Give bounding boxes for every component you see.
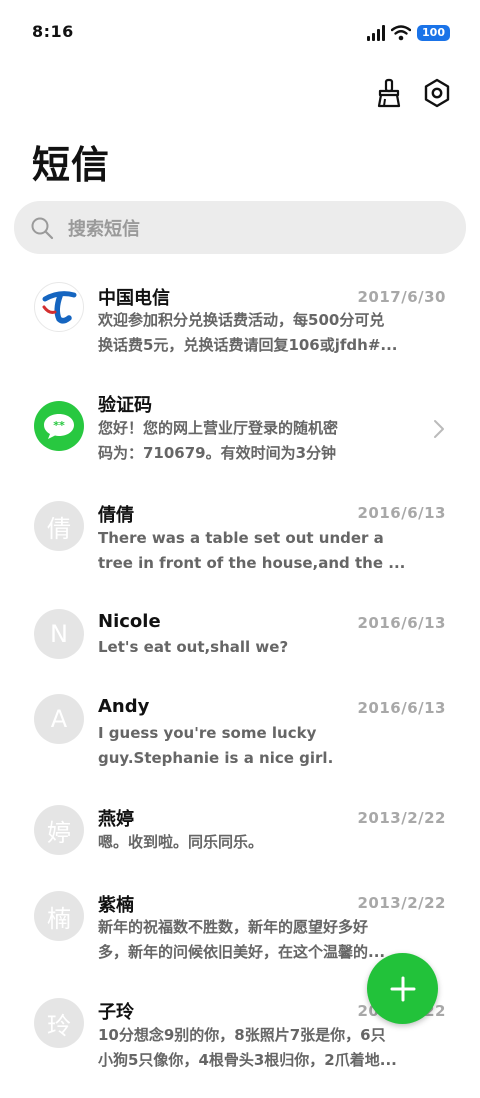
plus-icon xyxy=(390,976,415,1001)
new-message-button[interactable] xyxy=(367,953,438,1024)
signal-icon xyxy=(367,25,386,41)
sender-name: 紫楠 xyxy=(98,895,134,916)
message-preview: There was a table set out under a tree i… xyxy=(98,526,448,576)
sender-name: Andy xyxy=(98,696,150,717)
top-actions xyxy=(374,76,452,110)
preview-line-1: 您好！您的网上营业厅登录的随机密 xyxy=(98,419,339,437)
battery-indicator: 100 xyxy=(417,25,450,41)
wifi-icon xyxy=(391,25,412,41)
message-preview: 欢迎参加积分兑换话费活动，每500分可兑 换话费5元，兑换话费请回复106或jf… xyxy=(98,308,448,358)
message-date: 2017/6/30 xyxy=(357,288,446,306)
preview-line-1: 嗯。收到啦。同乐同乐。 xyxy=(98,833,264,851)
contact-avatar: 倩 xyxy=(34,501,84,551)
preview-line-2: tree in front of the house,and the ... xyxy=(98,554,406,572)
message-row-china-telecom[interactable]: 中国电信 2017/6/30 欢迎参加积分兑换话费活动，每500分可兑 换话费5… xyxy=(0,270,480,370)
message-row-qianqian[interactable]: 倩 倩倩 2016/6/13 There was a table set out… xyxy=(0,501,480,601)
chevron-right-icon[interactable] xyxy=(432,419,446,439)
settings-icon[interactable] xyxy=(422,76,452,110)
sender-name: 中国电信 xyxy=(98,288,170,309)
contact-avatar: N xyxy=(34,609,84,659)
preview-line-1: 10分想念9别的你，8张照片7张是你，6只 xyxy=(98,1026,386,1044)
preview-line-1: 新年的祝福数不胜数，新年的愿望好多好 xyxy=(98,918,369,936)
message-preview: 嗯。收到啦。同乐同乐。 xyxy=(98,830,448,855)
search-icon xyxy=(30,215,56,241)
preview-line-1: Let's eat out,shall we? xyxy=(98,638,289,656)
message-date: 2013/2/22 xyxy=(357,809,446,827)
page-title: 短信 xyxy=(32,143,111,187)
message-preview: 您好！您的网上营业厅登录的随机密 码为：710679。有效时间为3分钟 xyxy=(98,416,398,466)
contact-avatar: 玲 xyxy=(34,998,84,1048)
chat-avatar-text: ** xyxy=(53,419,65,432)
preview-line-2: guy.Stephanie is a nice girl. xyxy=(98,749,334,767)
chat-bubble-avatar: ** xyxy=(34,401,84,451)
message-date: 2016/6/13 xyxy=(357,504,446,522)
status-time: 8:16 xyxy=(32,22,74,41)
search-bar[interactable]: 搜索短信 xyxy=(14,201,466,254)
broom-icon[interactable] xyxy=(374,76,404,110)
status-icons: 100 xyxy=(367,22,450,44)
message-preview: 10分想念9别的你，8张照片7张是你，6只 小狗5只像你，4根骨头3根归你，2爪… xyxy=(98,1023,448,1073)
sender-name: Nicole xyxy=(98,611,161,632)
preview-line-1: There was a table set out under a xyxy=(98,529,384,547)
message-row-yanting[interactable]: 婷 燕婷 2013/2/22 嗯。收到啦。同乐同乐。 xyxy=(0,805,480,905)
message-row-andy[interactable]: A Andy 2016/6/13 I guess you're some luc… xyxy=(0,694,480,794)
message-date: 2016/6/13 xyxy=(357,614,446,632)
preview-line-1: I guess you're some lucky xyxy=(98,724,317,742)
status-bar: 8:16 100 xyxy=(0,0,480,64)
sender-name: 子玲 xyxy=(98,1002,134,1023)
preview-line-2: 换话费5元，兑换话费请回复106或jfdh#... xyxy=(98,336,398,354)
preview-line-2: 码为：710679。有效时间为3分钟 xyxy=(98,444,337,462)
message-date: 2013/2/22 xyxy=(357,894,446,912)
sender-name: 验证码 xyxy=(98,395,152,416)
message-row-verification[interactable]: ** 验证码 您好！您的网上营业厅登录的随机密 码为：710679。有效时间为3… xyxy=(0,393,480,493)
preview-line-2: 小狗5只像你，4根骨头3根归你，2爪着地... xyxy=(98,1051,397,1069)
message-preview: Let's eat out,shall we? xyxy=(98,635,448,660)
contact-avatar: 婷 xyxy=(34,805,84,855)
message-preview: I guess you're some lucky guy.Stephanie … xyxy=(98,721,448,771)
sender-name: 倩倩 xyxy=(98,505,134,526)
sender-name: 燕婷 xyxy=(98,809,134,830)
preview-line-1: 欢迎参加积分兑换话费活动，每500分可兑 xyxy=(98,311,385,329)
contact-avatar: 楠 xyxy=(34,891,84,941)
search-placeholder: 搜索短信 xyxy=(68,218,140,240)
contact-avatar: A xyxy=(34,694,84,744)
china-telecom-logo xyxy=(34,282,84,332)
message-date: 2016/6/13 xyxy=(357,699,446,717)
